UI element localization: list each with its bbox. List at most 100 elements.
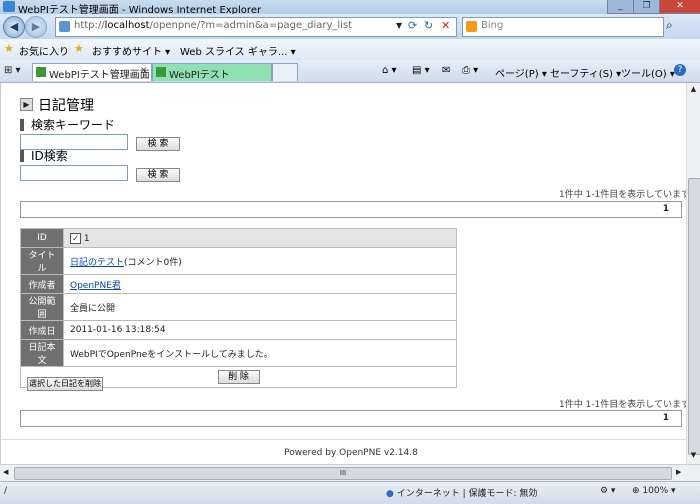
maximize-button[interactable]: ❐ [633,0,660,14]
search-input[interactable]: Bing [462,17,664,37]
author-link[interactable]: OpenPNE君 [70,281,121,291]
horizontal-scroll-thumb[interactable]: III [14,467,672,480]
stop-icon[interactable]: ✕ [441,19,455,33]
scroll-right-icon[interactable]: ▶ [676,468,681,476]
tab-close-icon[interactable]: ✕ [140,66,148,76]
vertical-scroll-thumb[interactable] [688,178,700,455]
quick-tabs-icon[interactable]: ⊞ ▾ [4,65,21,76]
row-label-author: 作成者 [20,274,64,294]
favorites-star-icon: ★ [4,42,14,55]
tab-bar: ⊞ ▾ WebPIテスト管理画面 ✕ WebPIテスト ⌂ ▾ ▤ ▾ ✉ ⎙ … [0,60,700,83]
keyword-search-button[interactable]: 検 索 [136,137,180,151]
keyword-input[interactable] [20,134,128,150]
footer-divider [1,439,687,440]
delete-button[interactable]: 削 除 [217,370,260,384]
search-icon[interactable]: ⌕ [666,18,682,34]
feeds-icon[interactable]: ▤ ▾ [412,65,430,76]
diary-title-link[interactable]: 日記のテスト [70,258,124,268]
id-section-heading: ID検索 [20,150,68,162]
tab-favicon [36,67,46,77]
table-row: タイトル 日記のテスト(コメント0件) [20,247,457,275]
row-value-id: ✓ 1 [63,228,457,248]
help-icon[interactable]: ? [674,64,686,76]
zoom-control[interactable]: ⊕ 100% ▾ [632,486,676,496]
row-value-author: OpenPNE君 [63,274,457,294]
row-label-title: タイトル [20,247,64,275]
id-input[interactable] [20,165,128,181]
navigation-bar: ◀ ▶ http://localhost/openpne/?m=admin&a=… [0,14,700,39]
table-row: ID ✓ 1 [20,228,457,248]
title-icon: ▶ [20,98,33,111]
favorites-bar: ★ お気に入り ★ おすすめサイト ▾ Web スライス ギャラ... ▾ [0,39,700,61]
mail-icon[interactable]: ✉ [442,65,450,76]
address-bar[interactable]: http://localhost/openpne/?m=admin&a=page… [55,17,457,37]
tools-menu[interactable]: ツール(O) ▾ [621,65,675,80]
search-placeholder: Bing [481,20,504,31]
scroll-up-icon[interactable]: ▲ [688,85,699,96]
pager-text-top: 1件中 1-1件目を表示しています [559,190,691,200]
tab-label: WebPIテスト [169,70,230,81]
row-value-body: WebPIでOpenPneをインストールしてみました。 [63,339,457,367]
pager-text-bottom: 1件中 1-1件目を表示しています [559,400,691,410]
close-window-button[interactable]: ✕ [659,0,700,14]
zoom-level: 100% [642,486,669,496]
tab-admin[interactable]: WebPIテスト管理画面 ✕ [32,63,152,81]
row-label-id: ID [20,228,64,248]
page-menu[interactable]: ページ(P) ▾ [495,65,547,80]
row-label-created: 作成日 [20,320,64,340]
tab-favicon [156,67,166,77]
back-button[interactable]: ◀ [3,16,25,38]
status-text: / [4,486,8,496]
pager-top: 1 [20,201,682,218]
footer-text: Powered by OpenPNE v2.14.8 [284,448,418,458]
zoom-icon: ⊕ [632,486,640,496]
forward-button[interactable]: ▶ [25,16,47,38]
web-slice-gallery-button[interactable]: Web スライス ギャラ... ▾ [180,43,296,58]
id-search-button[interactable]: 検 索 [136,168,180,182]
print-icon[interactable]: ⎙ ▾ [462,65,478,76]
bulk-delete-button[interactable]: 選択した日記を削除 [27,377,103,391]
page-content: ▶ 日記管理 検索キーワード 検 索 ID検索 検 索 1件中 1-1件目を表示… [0,83,691,464]
protected-mode-icon[interactable]: ⚙ ▾ [600,486,615,496]
scroll-left-icon[interactable]: ◀ [3,468,8,476]
globe-icon: ● [386,489,394,499]
minimize-button[interactable]: _ [607,0,634,14]
page-icon [59,21,70,32]
page-title: 日記管理 [38,98,94,114]
safety-menu[interactable]: セーフティ(S) ▾ [550,65,621,80]
add-favorite-icon[interactable]: ★ [74,42,84,55]
comment-count: (コメント0件) [124,257,182,268]
home-icon[interactable]: ⌂ ▾ [382,65,397,76]
refresh-icon[interactable]: ↻ [424,19,438,33]
table-row: 日記本文 WebPIでOpenPneをインストールしてみました。 [20,339,457,367]
vertical-scrollbar[interactable]: ▲ ▼ [686,83,700,464]
tab-label: WebPIテスト管理画面 [49,70,150,81]
row-value-created: 2011-01-16 13:18:54 [63,320,457,340]
zone-text: インターネット | 保護モード: 無効 [396,489,538,499]
suggested-sites-button[interactable]: おすすめサイト ▾ [92,43,170,58]
tab-webpi[interactable]: WebPIテスト [152,63,272,81]
table-row: 公開範囲 全員に公開 [20,293,457,321]
page-number-bottom[interactable]: 1 [663,413,669,423]
keyword-section-heading: 検索キーワード [20,119,115,131]
page-number-top[interactable]: 1 [663,204,669,214]
security-zone[interactable]: ● インターネット | 保護モード: 無効 [386,486,537,499]
table-row: 作成者 OpenPNE君 [20,274,457,294]
select-checkbox[interactable]: ✓ [70,232,81,244]
favorites-button[interactable]: お気に入り [19,43,69,58]
diary-detail-table: ID ✓ 1 タイトル 日記のテスト(コメント0件) 作成者 OpenPNE君 … [20,228,457,388]
bing-icon [466,21,477,32]
table-row: 作成日 2011-01-16 13:18:54 [20,320,457,340]
scroll-down-icon[interactable]: ▼ [688,451,699,462]
row-value-visibility: 全員に公開 [63,293,457,321]
address-dropdown-icon[interactable]: ▼ [396,21,402,30]
compat-view-icon[interactable]: ⟳ [408,19,422,33]
ie-app-icon [3,1,15,12]
new-tab-button[interactable] [272,63,298,81]
horizontal-scrollbar[interactable]: ◀ III ▶ [0,464,700,482]
title-bar: WebPIテスト管理画面 - Windows Internet Explorer… [0,0,700,16]
status-bar: / ● インターネット | 保護モード: 無効 ⚙ ▾ ⊕ 100% ▾ [0,481,700,504]
pager-bottom: 1 [20,410,682,427]
row-label-visibility: 公開範囲 [20,293,64,321]
address-url: http://localhost/openpne/?m=admin&a=page… [74,20,353,31]
